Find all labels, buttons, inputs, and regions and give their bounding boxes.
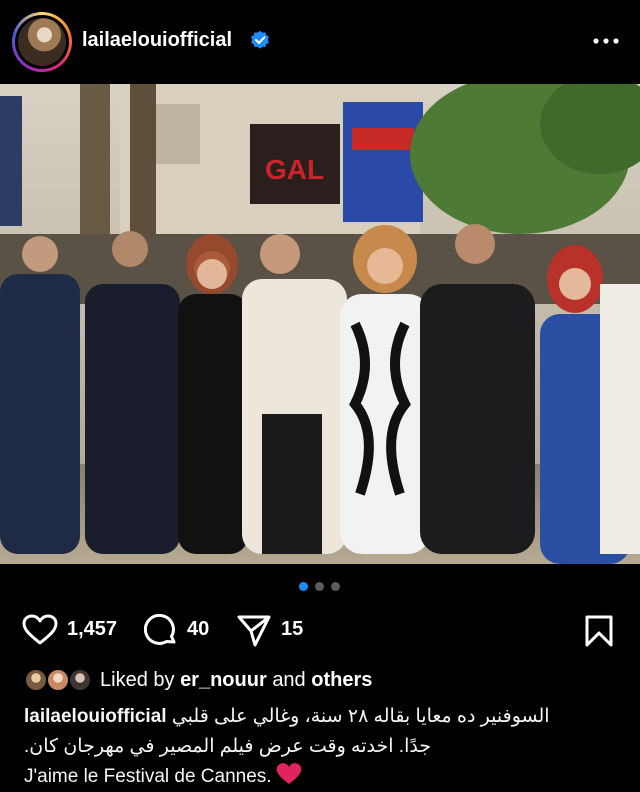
svg-text:GAL: GAL (265, 154, 324, 185)
caption-text-1: السوفنير ده معايا بقاله ٢٨ سنة، وغالي عل… (171, 706, 550, 727)
red-heart-icon (276, 763, 301, 785)
caption-line-2: جدًا. اخدته وقت عرض فيلم المصير في مهرجا… (24, 732, 624, 762)
avatar-frame (15, 15, 69, 69)
more-horizontal-icon[interactable] (592, 36, 620, 46)
carousel-dot (315, 582, 324, 591)
post-header: lailaelouiofficial (0, 0, 640, 84)
liked-by-avatar (24, 668, 48, 692)
carousel-dot (331, 582, 340, 591)
liked-by-avatar (46, 668, 70, 692)
verified-badge-icon (251, 30, 269, 49)
comment-bubble-icon[interactable] (144, 614, 178, 648)
caption-line-1: lailaelouiofficial السوفنير ده معايا بقا… (24, 702, 624, 732)
liked-by-row[interactable]: Liked by er_nouur and others (0, 664, 640, 696)
post-username[interactable]: lailaelouiofficial (82, 29, 232, 52)
liked-by-prefix: Liked by (100, 669, 175, 691)
carousel-dot-active (299, 582, 308, 591)
profile-avatar[interactable] (12, 12, 72, 72)
liked-by-others[interactable]: others (311, 669, 372, 691)
liked-by-user[interactable]: er_nouur (180, 669, 267, 691)
post-photo[interactable]: GAL (0, 84, 640, 564)
post-caption: lailaelouiofficial السوفنير ده معايا بقا… (24, 702, 624, 792)
liked-by-text: Liked by er_nouur and others (100, 669, 372, 692)
carousel-indicator (0, 578, 640, 596)
like-count[interactable]: 1,457 (67, 618, 117, 641)
paper-plane-icon[interactable] (236, 614, 272, 648)
heart-outline-icon[interactable] (22, 614, 58, 646)
photo-illustration: GAL (0, 84, 640, 564)
bookmark-icon[interactable] (584, 614, 614, 648)
avatar-image (18, 18, 66, 66)
caption-text-3: J'aime le Festival de Cannes. (24, 766, 272, 787)
liked-by-joiner: and (272, 669, 306, 691)
caption-username[interactable]: lailaelouiofficial (24, 706, 167, 727)
share-count[interactable]: 15 (281, 618, 303, 641)
comment-count[interactable]: 40 (187, 618, 209, 641)
caption-text-2: جدًا. اخدته وقت عرض فيلم المصير في مهرجا… (24, 736, 432, 757)
liked-by-avatar (68, 668, 92, 692)
action-bar: 1,457 40 15 (0, 606, 640, 654)
